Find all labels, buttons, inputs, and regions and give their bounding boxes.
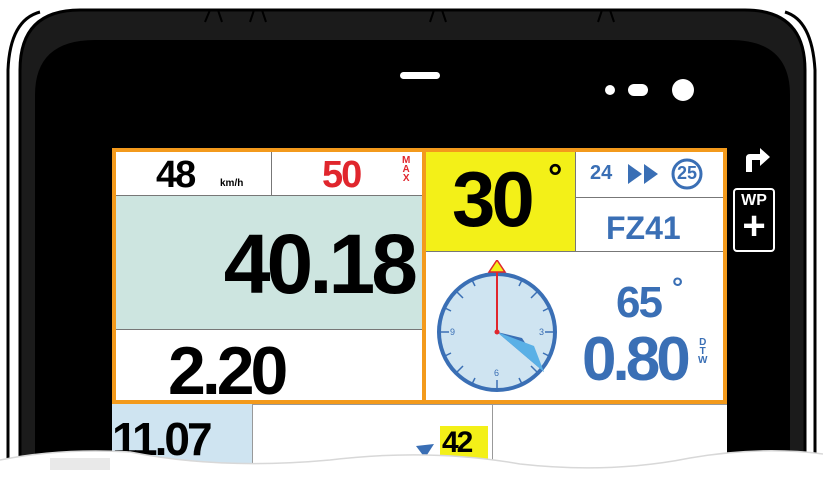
speed-unit: km/h [220,178,244,189]
max-label: M A X [402,155,411,184]
compass-mark-6: 6 [494,368,499,378]
compass-mark-9: 9 [450,327,455,337]
secondary-distance-value: 2.20 [168,333,288,409]
current-speed-cell: 48 km/h [116,152,272,196]
bearing-degree: ° [672,272,684,303]
dtw-value: 0.80 [582,325,691,394]
turn-right-icon[interactable] [742,146,772,174]
heading-value: 30 [452,155,535,243]
fast-forward-icon [628,164,658,184]
dashboard-panel: 48 km/h 50 M A X 40.18 2.20 30 ° 24 25 F… [112,148,727,409]
heading-degree: ° [548,156,563,197]
waypoint-route-cell: 24 25 [576,152,723,198]
waypoint-name: FZ41 [606,210,681,246]
current-speed-value: 48 [156,154,196,196]
main-distance-value: 40.18 [223,217,418,311]
speed-limit-value: 50 [322,154,362,196]
waypoint-name-cell: FZ41 [576,198,723,252]
secondary-distance-cell: 2.20 [116,330,422,409]
waypoint-from: 24 [590,162,613,184]
paper-tear-overlay [0,450,823,476]
compass-mark-3: 3 [539,327,544,337]
heading-cell: 30 ° [426,152,576,252]
main-distance-cell: 40.18 [116,196,422,330]
waypoint-to: 25 [676,163,698,183]
bearing-value: 65 [616,278,663,327]
speed-limit-cell: 50 M A X [272,152,422,196]
dtw-label: D T W [698,337,708,366]
plus-icon: + [742,204,766,248]
add-waypoint-button[interactable]: WP + [733,188,775,252]
compass-icon: 9 3 6 [437,260,557,392]
